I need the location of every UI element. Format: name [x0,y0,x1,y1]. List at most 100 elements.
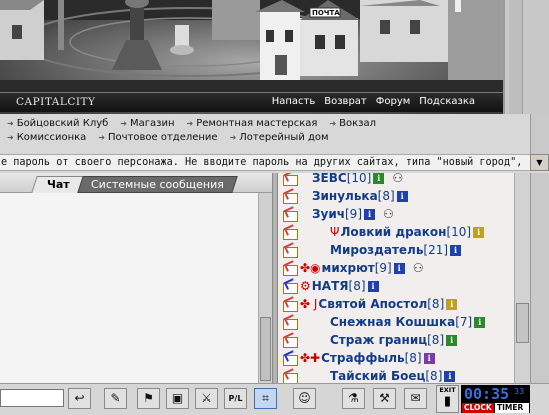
info-icon[interactable]: i [446,334,458,346]
clan-emblem-icon[interactable]: ✤ J [300,297,317,311]
private-message-icon[interactable] [282,208,298,222]
chat-scroll-thumb[interactable] [260,317,271,381]
info-icon[interactable]: i [444,370,456,382]
private-message-icon[interactable] [282,370,298,383]
private-message-icon[interactable] [282,316,298,330]
user-name[interactable]: Зинулька [312,189,378,203]
right-frame-scrollbar[interactable] [509,0,523,114]
user-name[interactable]: Снежная Кошшка [330,315,455,329]
menu-forum[interactable]: Форум [376,96,411,107]
user-row[interactable]: ✤◉ михрют [9] i ⚇ [278,259,423,277]
right-frame [503,0,549,114]
user-name[interactable]: Тайский Боец [330,369,425,383]
info-icon[interactable]: i [364,208,375,220]
private-message-icon[interactable] [282,173,298,186]
status-icon: ⚇ [392,173,404,185]
clan-emblem-icon[interactable]: ✤◉ [300,261,321,275]
clan-emblem-icon[interactable]: ⚙ [300,279,311,293]
send-button[interactable]: ↩ [68,388,91,409]
private-message-icon[interactable] [282,226,298,240]
private-message-icon[interactable] [282,298,298,312]
filter-button[interactable]: ⚑ [137,388,160,409]
smiley-button[interactable]: ☺ [293,388,316,409]
clan-emblem-icon[interactable]: ✤✚ [300,351,320,365]
info-icon[interactable]: i [474,316,486,328]
user-row[interactable]: ⚙ НАТЯ [8] i [278,277,379,295]
user-level: [8] [427,297,445,311]
info-icon[interactable]: i [473,226,485,238]
potion-button[interactable]: ⚗ [342,388,365,409]
user-name[interactable]: Страффыль [321,351,405,365]
menu-return[interactable]: Возврат [324,96,367,107]
info-icon[interactable]: i [373,173,385,184]
user-row[interactable]: ✤✚ Страффыль [8] i [278,349,435,367]
city-scene[interactable]: ПОЧТА CAPITALCITY Напасть Возврат Форум … [0,0,503,114]
link-post-office[interactable]: ➜ Почтовое отделение [98,132,217,143]
user-name[interactable]: ЗЕВС [312,173,347,185]
mail-button[interactable]: ✉ [404,388,427,409]
link-lottery[interactable]: ➜ Лотерейный дом [230,132,329,143]
smiles-panel-button[interactable]: ▣ [166,388,189,409]
security-warning: е пароль от своего персонажа. Не вводите… [0,154,530,171]
user-name[interactable]: Зуич [312,207,345,221]
user-level: [8] [348,279,366,293]
city-menu: Напасть Возврат Форум Подсказка [272,96,475,107]
user-name[interactable]: Святой Апостол [318,297,427,311]
city-title: CAPITALCITY [16,96,96,108]
user-row[interactable]: Ψ Ловкий дракон [10] i [278,223,485,241]
translit-button[interactable]: ⌗ [254,388,277,409]
pl-button[interactable]: P/L [224,388,247,409]
user-row[interactable]: Зуич [9] i ⚇ [278,205,394,223]
info-icon[interactable]: i [423,352,435,364]
link-fight-club[interactable]: ➜ Бойцовский Клуб [7,118,108,129]
private-message-icon[interactable] [282,190,298,204]
user-list-scrollbar[interactable] [514,173,530,383]
user-name[interactable]: Мироздатель [330,243,423,257]
outer-scrollbar[interactable] [530,173,549,383]
menu-hint[interactable]: Подсказка [419,96,475,107]
info-icon[interactable]: i [450,244,462,256]
tab-system-messages[interactable]: Системные сообщения [77,176,238,193]
info-icon[interactable]: i [396,190,408,202]
exit-button[interactable]: EXIT ▮ [436,385,459,413]
user-row[interactable]: ✤ J Святой Апостол [8] i [278,295,458,313]
link-repair[interactable]: ➜ Ремонтная мастерская [187,118,318,129]
info-icon[interactable]: i [446,298,458,310]
timer-label[interactable]: TIMER [495,403,529,413]
info-icon[interactable]: i [393,262,405,274]
private-message-icon[interactable] [282,262,298,276]
user-list-scroll-thumb[interactable] [516,303,529,343]
link-shop[interactable]: ➜ Магазин [120,118,174,129]
user-level: [10] [346,173,372,185]
chat-tabbar: Чат Системные сообщения [0,173,272,193]
user-name[interactable]: Страж границ [330,333,427,347]
user-row[interactable]: Мироздатель [21] i [278,241,462,259]
eraser-button[interactable]: ✎ [104,388,127,409]
user-row[interactable]: Снежная Кошшка [7] i [278,313,486,331]
status-icon: ⚇ [383,207,394,221]
arrow-icon: ➜ [329,118,337,128]
link-commission[interactable]: ➜ Комиссионка [7,132,86,143]
scroll-down-button[interactable]: ▼ [530,154,549,171]
private-message-icon[interactable] [282,244,298,258]
private-message-icon[interactable] [282,334,298,348]
clock-label[interactable]: CLOCK [462,403,494,413]
user-name[interactable]: Ловкий дракон [340,225,446,239]
user-name[interactable]: НАТЯ [312,279,349,293]
private-message-icon[interactable] [282,352,298,366]
fight-button[interactable]: ⚔ [195,388,218,409]
info-icon[interactable]: i [367,280,379,292]
link-station[interactable]: ➜ Вокзал [329,118,376,129]
user-name[interactable]: михрют [322,261,375,275]
chat-scrollbar[interactable] [258,193,272,383]
user-row[interactable]: Страж границ [8] i [278,331,458,349]
top-scrollbar[interactable] [530,114,549,154]
private-message-icon[interactable] [282,280,298,294]
user-row[interactable]: Зинулька [8] i [278,187,408,205]
clan-emblem-icon[interactable]: Ψ [330,225,339,239]
user-row[interactable]: Тайский Боец [8] i [278,367,456,383]
chat-input[interactable] [0,389,64,407]
menu-attack[interactable]: Напасть [272,96,316,107]
user-row[interactable]: ЗЕВС [10] i ⚇ [278,173,403,187]
tools-button[interactable]: ⚒ [373,388,396,409]
